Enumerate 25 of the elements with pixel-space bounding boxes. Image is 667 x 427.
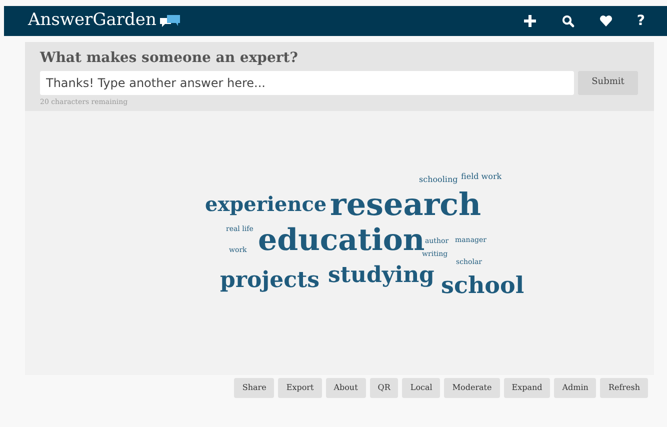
toolbar-button[interactable]: Local <box>402 378 440 398</box>
help-link[interactable]: ? <box>636 14 645 28</box>
heart-icon[interactable] <box>598 14 613 28</box>
toolbar-button[interactable]: Share <box>234 378 274 398</box>
cloud-word: schooling <box>419 176 458 184</box>
question-title: What makes someone an expert? <box>40 50 299 67</box>
cloud-word: studying <box>328 264 434 286</box>
speech-bubbles-icon <box>160 14 180 28</box>
toolbar-button[interactable]: Expand <box>504 378 550 398</box>
cloud-word: projects <box>220 269 320 292</box>
toolbar-button[interactable]: QR <box>370 378 398 398</box>
search-icon[interactable] <box>560 14 575 28</box>
toolbar-button[interactable]: Export <box>278 378 322 398</box>
app-logo-text[interactable]: AnswerGarden <box>28 8 156 34</box>
plus-icon[interactable] <box>522 14 537 28</box>
cloud-word: school <box>441 274 524 298</box>
toolbar-button[interactable]: Admin <box>554 378 596 398</box>
submit-button[interactable]: Submit <box>578 70 638 95</box>
cloud-word: research <box>330 190 482 221</box>
toolbar-button[interactable]: About <box>326 378 366 398</box>
toolbar-button[interactable]: Moderate <box>444 378 500 398</box>
answer-field[interactable]: Thanks! Type another answer here... <box>40 70 574 95</box>
cloud-word: field work <box>461 173 502 182</box>
cloud-word: experience <box>205 194 327 214</box>
toolbar-button[interactable]: Refresh <box>600 378 648 398</box>
